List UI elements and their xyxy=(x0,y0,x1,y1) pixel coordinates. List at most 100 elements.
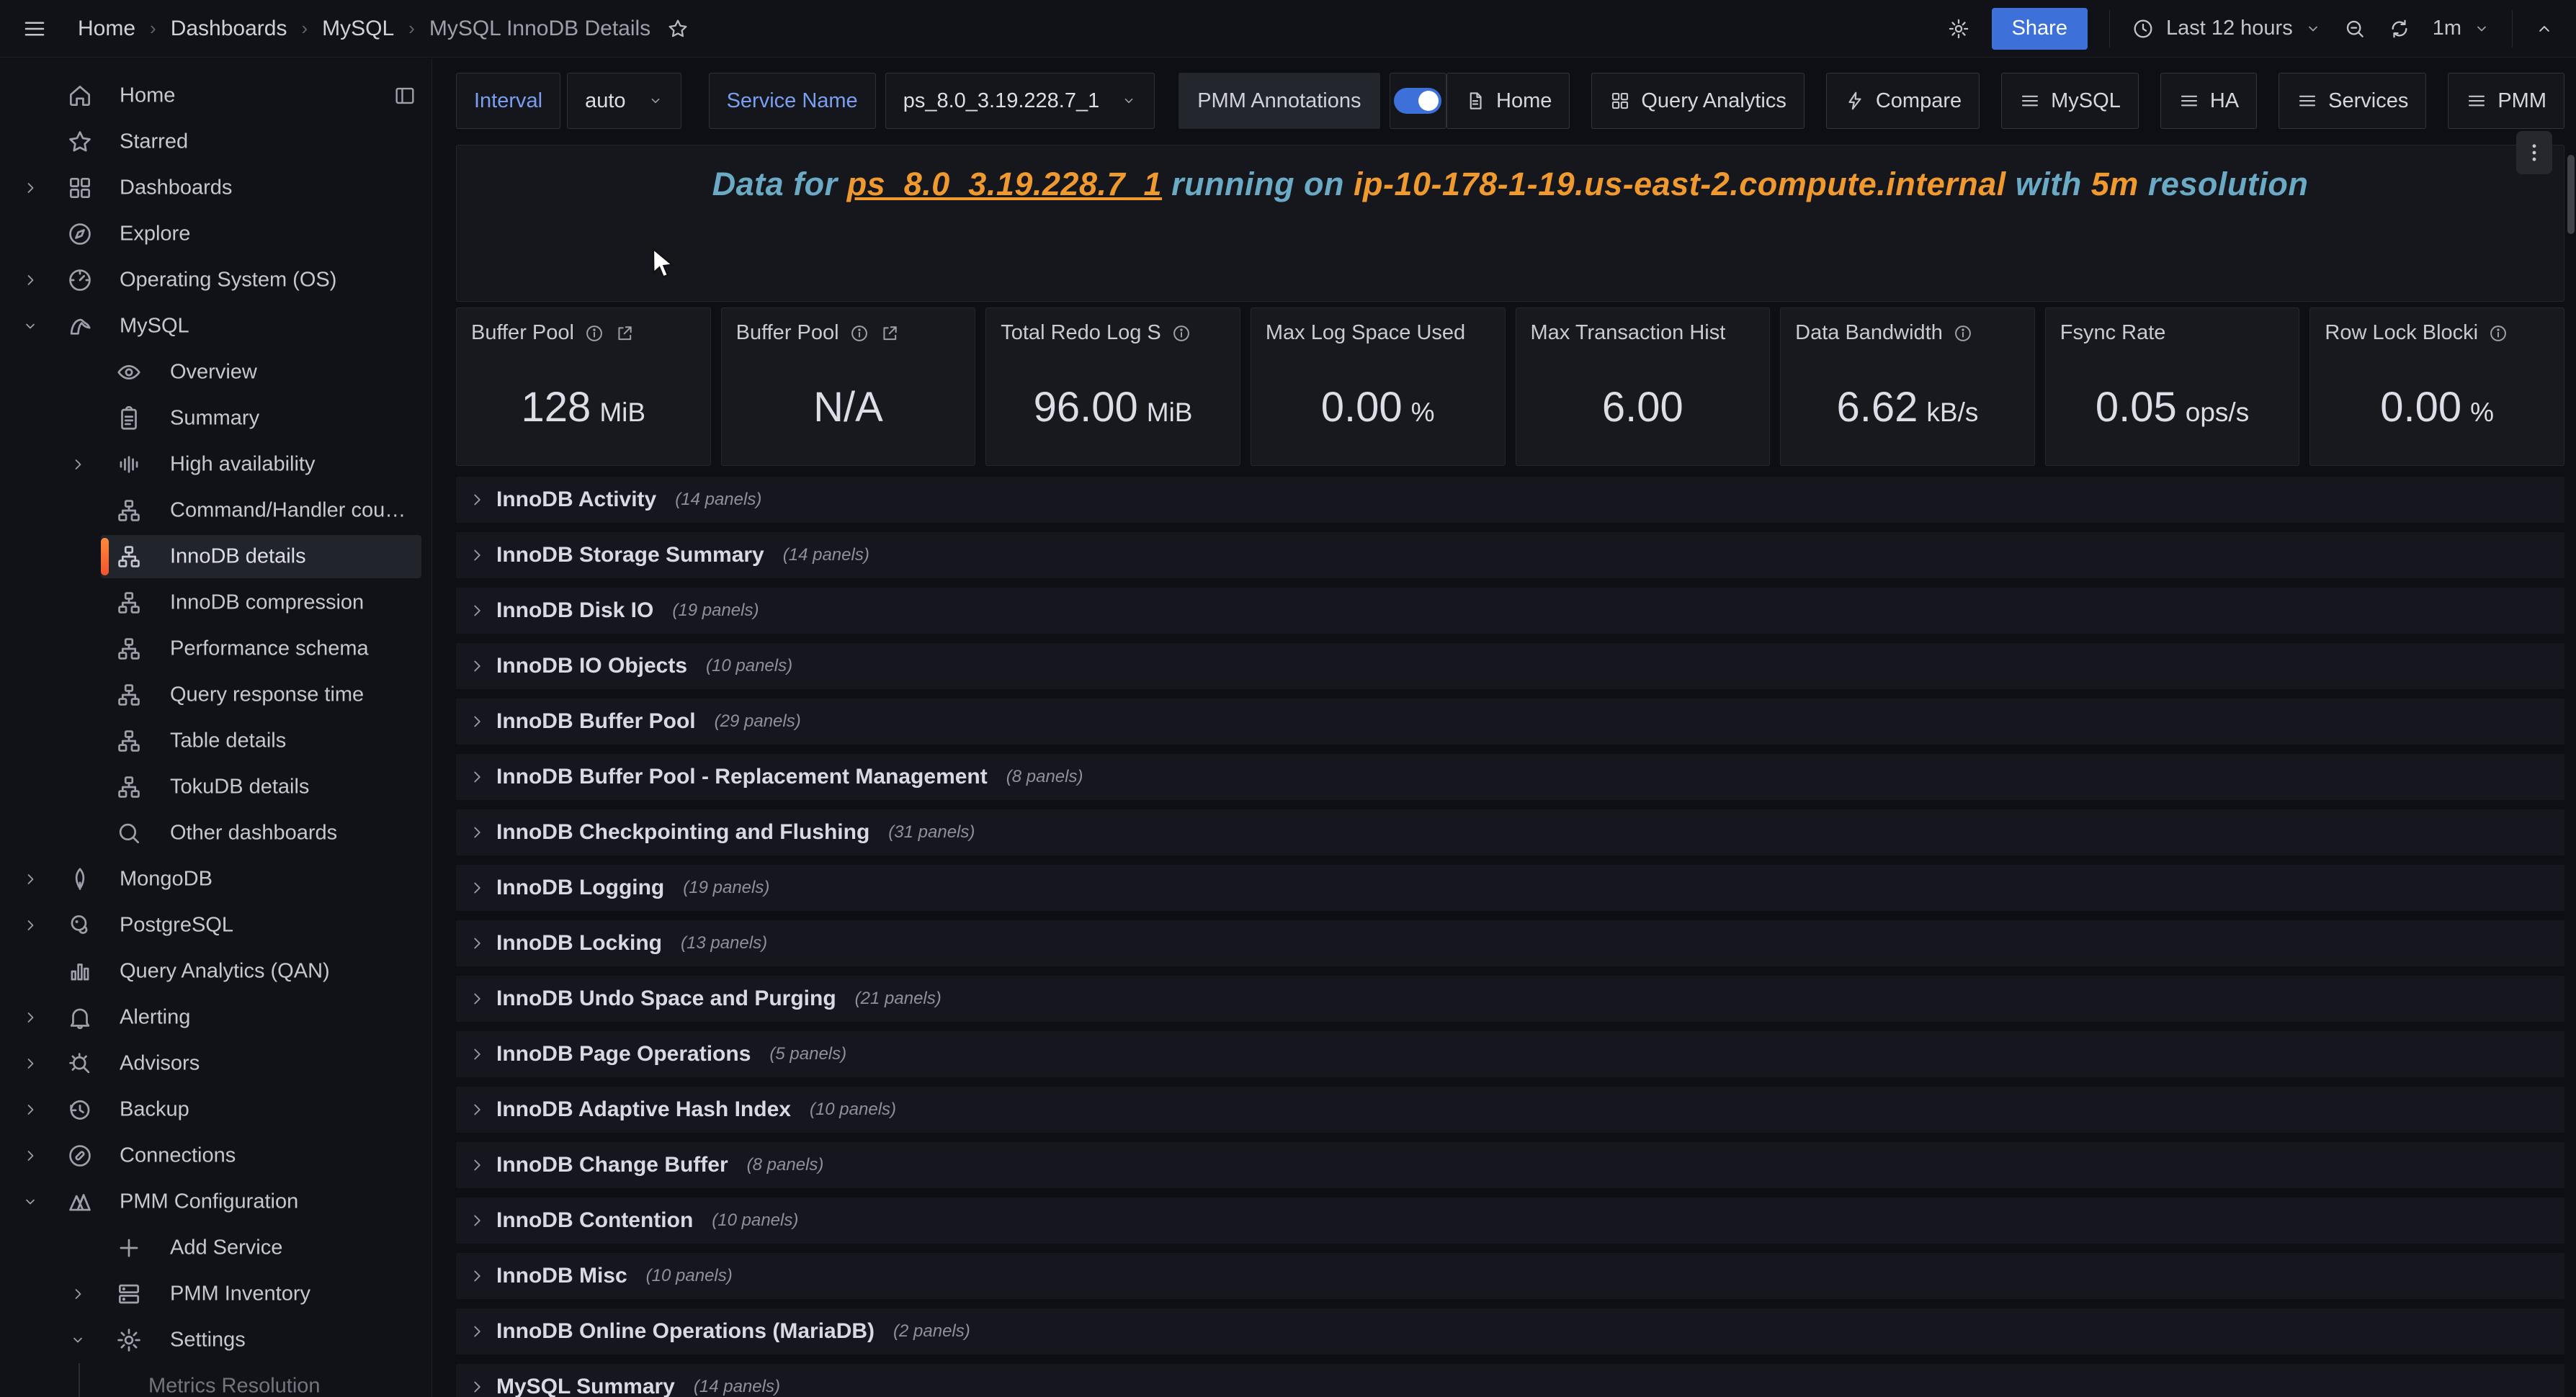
breadcrumb-item[interactable]: Home xyxy=(78,17,135,41)
sidebar-item-innodb-details[interactable]: InnoDB details xyxy=(0,534,431,580)
sidebar-item-connections[interactable]: Connections xyxy=(0,1133,431,1179)
sidebar-item-summary[interactable]: Summary xyxy=(0,395,431,441)
sidebar-item-mongodb[interactable]: MongoDB xyxy=(0,856,431,902)
vertical-scrollbar-thumb[interactable] xyxy=(2567,155,2575,234)
sidebar-item-query-response-time[interactable]: Query response time xyxy=(0,672,431,718)
dashboard-row-innodb-adaptive-hash-index[interactable]: InnoDB Adaptive Hash Index (10 panels) xyxy=(456,1087,2564,1133)
sidebar-item-advisors[interactable]: Advisors xyxy=(0,1041,431,1087)
nav-button-pmm[interactable]: PMM xyxy=(2448,73,2564,129)
dashboard-row-innodb-buffer-pool[interactable]: InnoDB Buffer Pool (29 panels) xyxy=(456,698,2564,745)
chevron-right-icon[interactable] xyxy=(22,917,39,934)
row-title: InnoDB Disk IO xyxy=(496,598,653,623)
sidebar-item-innodb-compression[interactable]: InnoDB compression xyxy=(0,580,431,626)
chevron-right-icon[interactable] xyxy=(22,271,39,289)
time-range-picker[interactable]: Last 12 hours xyxy=(2132,17,2322,40)
info-circle-icon[interactable] xyxy=(2488,323,2508,343)
external-link-icon[interactable] xyxy=(614,323,635,343)
sidebar-item-postgresql[interactable]: PostgreSQL xyxy=(0,902,431,948)
zoom-out-icon[interactable] xyxy=(2343,17,2366,40)
info-circle-icon[interactable] xyxy=(584,323,604,343)
hamburger-menu-icon[interactable] xyxy=(22,16,48,42)
panel-menu-kebab-icon[interactable] xyxy=(2516,131,2552,174)
dashboard-row-innodb-change-buffer[interactable]: InnoDB Change Buffer (8 panels) xyxy=(456,1142,2564,1188)
refresh-interval-picker[interactable]: 1m xyxy=(2433,17,2490,40)
dashboard-row-innodb-page-operations[interactable]: InnoDB Page Operations (5 panels) xyxy=(456,1031,2564,1077)
collapse-toolbar-chevron-up-icon[interactable] xyxy=(2534,19,2554,39)
nav-button-mysql[interactable]: MySQL xyxy=(2001,73,2139,129)
external-link-icon[interactable] xyxy=(880,323,900,343)
chevron-right-icon[interactable] xyxy=(22,179,39,197)
star-dashboard-icon[interactable] xyxy=(666,17,689,40)
row-title: InnoDB Contention xyxy=(496,1208,693,1233)
nav-button-services[interactable]: Services xyxy=(2278,73,2426,129)
sidebar-item-mysql[interactable]: MySQL xyxy=(0,303,431,349)
sidebar-item-dashboards[interactable]: Dashboards xyxy=(0,165,431,211)
dashboard-row-innodb-activity[interactable]: InnoDB Activity (14 panels) xyxy=(456,477,2564,523)
sidebar-item-backup[interactable]: Backup xyxy=(0,1087,431,1133)
sidebar-item-overview[interactable]: Overview xyxy=(0,349,431,395)
interval-variable-dropdown[interactable]: auto xyxy=(567,73,681,129)
sidebar-item-operating-system-os[interactable]: Operating System (OS) xyxy=(0,257,431,303)
chevron-right-icon[interactable] xyxy=(69,1285,86,1303)
banner-service-link[interactable]: ps_8.0_3.19.228.7_1 xyxy=(847,166,1162,202)
dashboard-settings-gear-icon[interactable] xyxy=(1947,17,1970,40)
sidebar-item-home[interactable]: Home xyxy=(0,73,431,119)
refresh-icon[interactable] xyxy=(2388,17,2411,40)
sidebar-item-metrics-resolution[interactable]: Metrics Resolution xyxy=(0,1363,431,1397)
sidebar-item-add-service[interactable]: Add Service xyxy=(0,1225,431,1271)
sidebar-item-table-details[interactable]: Table details xyxy=(0,718,431,764)
sidebar-item-starred[interactable]: Starred xyxy=(0,119,431,165)
chevron-right-icon[interactable] xyxy=(22,1101,39,1118)
nav-button-home[interactable]: Home xyxy=(1446,73,1570,129)
dashboard-row-innodb-online-operations-mariadb[interactable]: InnoDB Online Operations (MariaDB) (2 pa… xyxy=(456,1308,2564,1355)
sidebar-item-pmm-configuration[interactable]: PMM Configuration xyxy=(0,1179,431,1225)
stat-panel-title: Total Redo Log S xyxy=(1001,321,1238,345)
sidebar-item-alerting[interactable]: Alerting xyxy=(0,994,431,1041)
info-circle-icon[interactable] xyxy=(1953,323,1973,343)
breadcrumb-item[interactable]: MySQL xyxy=(322,17,394,41)
chevron-right-icon xyxy=(468,823,486,842)
service-name-variable-dropdown[interactable]: ps_8.0_3.19.228.7_1 xyxy=(885,73,1155,129)
info-circle-icon[interactable] xyxy=(1171,323,1191,343)
sidebar-item-high-availability[interactable]: High availability xyxy=(0,441,431,488)
chevron-down-icon[interactable] xyxy=(69,1331,86,1349)
sidebar-item-query-analytics-qan[interactable]: Query Analytics (QAN) xyxy=(0,948,431,994)
stat-panels-row: Buffer Pool 128MiBBuffer Pool N/ATotal R… xyxy=(456,307,2564,466)
chevron-right-icon[interactable] xyxy=(69,456,86,473)
dashboard-row-mysql-summary[interactable]: MySQL Summary (14 panels) xyxy=(456,1364,2564,1397)
nav-button-ha[interactable]: HA xyxy=(2160,73,2257,129)
chevron-right-icon[interactable] xyxy=(22,1147,39,1164)
pmm-annotations-toggle[interactable] xyxy=(1390,73,1447,129)
sidebar-item-other-dashboards[interactable]: Other dashboards xyxy=(0,810,431,856)
chevron-right-icon[interactable] xyxy=(22,1055,39,1072)
sidebar-item-performance-schema[interactable]: Performance schema xyxy=(0,626,431,672)
sidebar-item-label: TokuDB details xyxy=(170,776,309,799)
row-title: InnoDB Undo Space and Purging xyxy=(496,987,836,1011)
chevron-down-icon[interactable] xyxy=(22,1193,39,1210)
chevron-right-icon[interactable] xyxy=(22,871,39,888)
share-button[interactable]: Share xyxy=(1992,8,2088,50)
sidebar-item-explore[interactable]: Explore xyxy=(0,211,431,257)
sidebar-item-pmm-inventory[interactable]: PMM Inventory xyxy=(0,1271,431,1317)
chevron-down-icon[interactable] xyxy=(22,318,39,335)
dashboard-row-innodb-undo-space-and-purging[interactable]: InnoDB Undo Space and Purging (21 panels… xyxy=(456,976,2564,1022)
breadcrumb-item[interactable]: Dashboards xyxy=(171,17,287,41)
sidebar-item-command-handler-cou[interactable]: Command/Handler cou… xyxy=(0,488,431,534)
dashboard-row-innodb-disk-io[interactable]: InnoDB Disk IO (19 panels) xyxy=(456,588,2564,634)
nav-button-query-analytics[interactable]: Query Analytics xyxy=(1591,73,1804,129)
sidebar-item-settings[interactable]: Settings xyxy=(0,1317,431,1363)
dashboard-row-innodb-checkpointing-and-flushing[interactable]: InnoDB Checkpointing and Flushing (31 pa… xyxy=(456,809,2564,855)
dashboard-row-innodb-io-objects[interactable]: InnoDB IO Objects (10 panels) xyxy=(456,643,2564,689)
dashboard-row-innodb-buffer-pool-replacement-management[interactable]: InnoDB Buffer Pool - Replacement Managem… xyxy=(456,754,2564,800)
dashboard-row-innodb-contention[interactable]: InnoDB Contention (10 panels) xyxy=(456,1198,2564,1244)
dock-menu-icon[interactable] xyxy=(393,84,417,108)
info-circle-icon[interactable] xyxy=(849,323,869,343)
nav-button-compare[interactable]: Compare xyxy=(1826,73,1980,129)
stat-panel-row-lock-blocki: Row Lock Blocki 0.00% xyxy=(2309,307,2564,466)
sidebar-item-tokudb-details[interactable]: TokuDB details xyxy=(0,764,431,810)
dashboard-row-innodb-locking[interactable]: InnoDB Locking (13 panels) xyxy=(456,920,2564,966)
dashboard-row-innodb-storage-summary[interactable]: InnoDB Storage Summary (14 panels) xyxy=(456,532,2564,578)
dashboard-row-innodb-logging[interactable]: InnoDB Logging (19 panels) xyxy=(456,865,2564,911)
dashboard-row-innodb-misc[interactable]: InnoDB Misc (10 panels) xyxy=(456,1253,2564,1299)
chevron-right-icon[interactable] xyxy=(22,1009,39,1026)
